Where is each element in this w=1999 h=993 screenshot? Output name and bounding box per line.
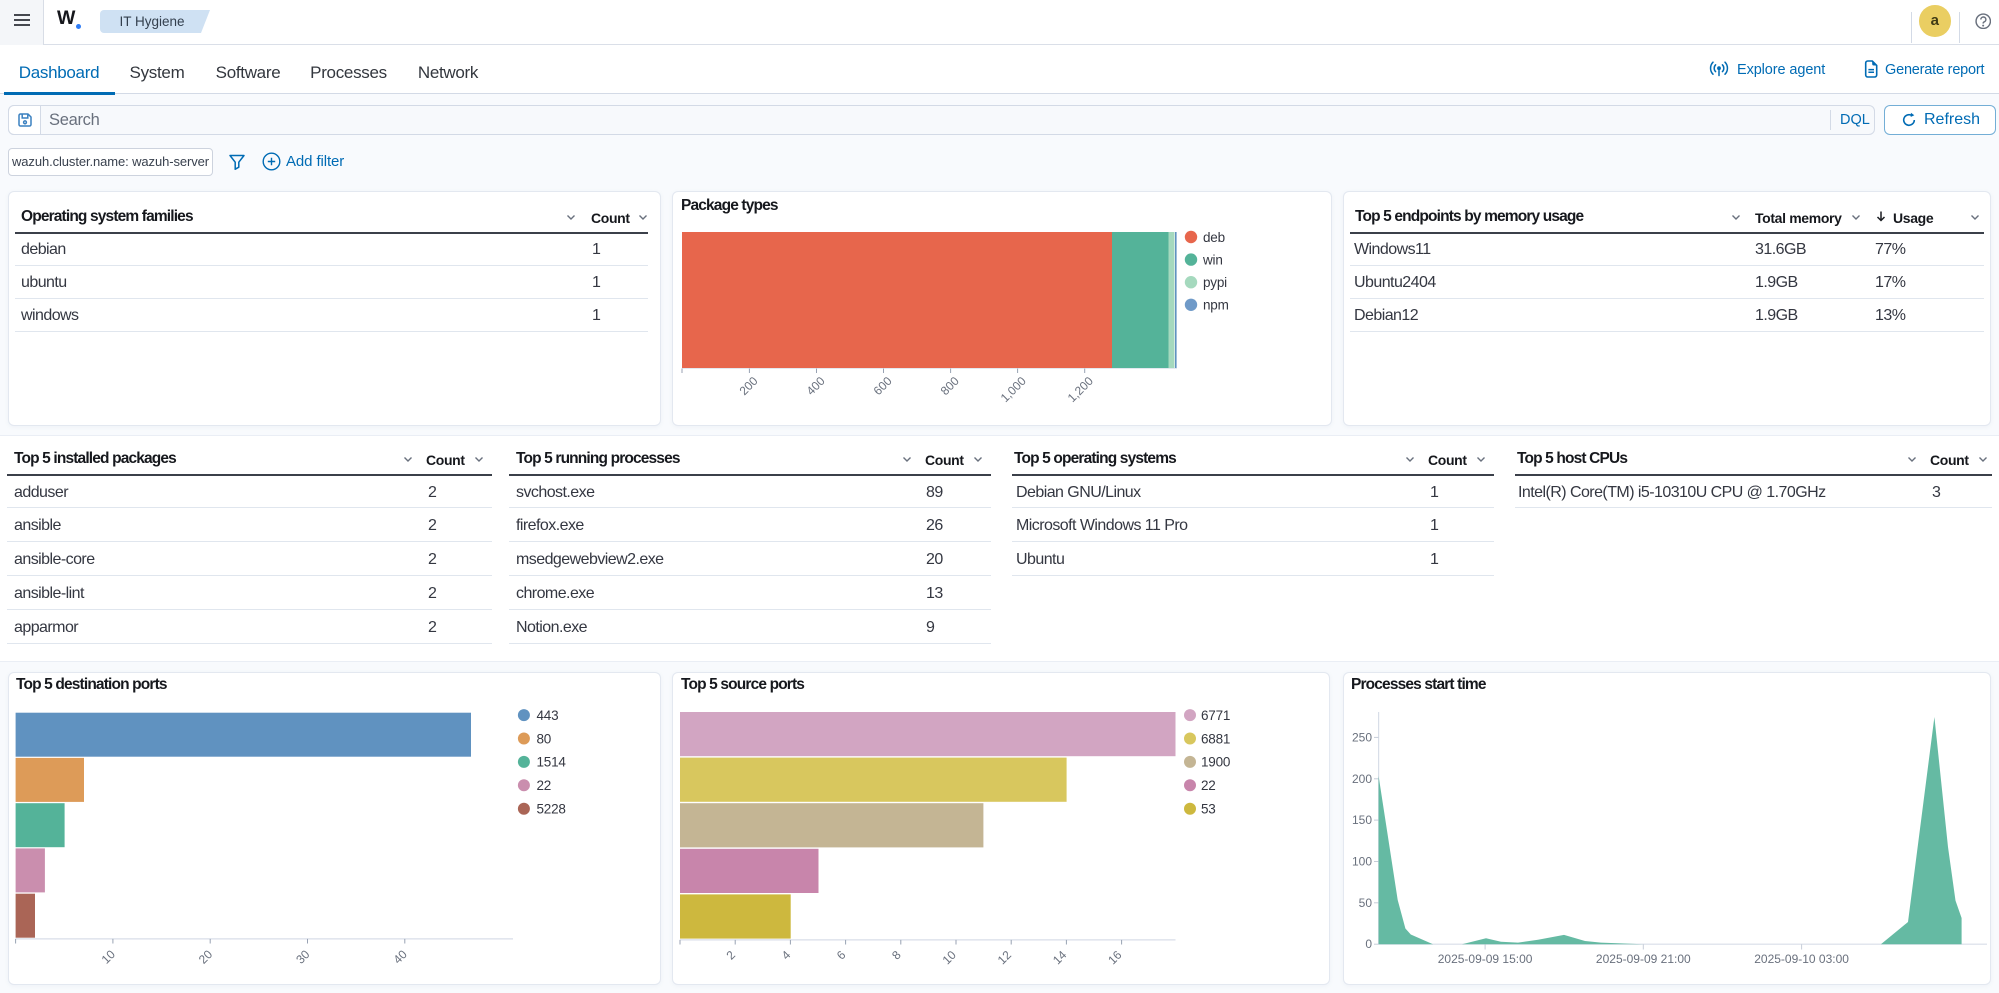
svg-text:800: 800 [938,374,962,398]
svg-text:2025-09-09 15:00: 2025-09-09 15:00 [1438,952,1533,966]
svg-text:5228: 5228 [537,802,566,817]
svg-text:80: 80 [537,731,552,746]
svg-text:6881: 6881 [1201,731,1230,746]
svg-text:20: 20 [196,947,216,967]
svg-text:2025-09-10 03:00: 2025-09-10 03:00 [1754,952,1849,966]
svg-text:0: 0 [1365,937,1372,951]
svg-text:8: 8 [889,948,904,963]
svg-text:2025-09-09 21:00: 2025-09-09 21:00 [1596,952,1691,966]
svg-text:400: 400 [804,374,828,398]
svg-text:250: 250 [1352,730,1372,744]
svg-text:1514: 1514 [537,755,567,770]
svg-text:pypi: pypi [1203,275,1227,290]
svg-text:npm: npm [1203,298,1229,313]
svg-text:443: 443 [537,708,559,723]
svg-text:6: 6 [834,948,849,963]
svg-text:150: 150 [1352,813,1372,827]
svg-text:53: 53 [1201,802,1216,817]
svg-text:50: 50 [1359,896,1373,910]
svg-text:6771: 6771 [1201,708,1230,723]
svg-text:10: 10 [99,947,119,967]
svg-text:deb: deb [1203,230,1225,245]
svg-text:4: 4 [779,948,794,963]
svg-text:14: 14 [1050,948,1070,968]
svg-text:40: 40 [390,947,410,967]
svg-text:16: 16 [1105,948,1125,968]
svg-text:600: 600 [871,374,895,398]
svg-text:12: 12 [995,948,1015,968]
svg-text:200: 200 [737,374,761,398]
svg-text:30: 30 [293,947,313,967]
svg-text:1,000: 1,000 [998,374,1029,405]
svg-text:win: win [1202,252,1223,267]
svg-text:200: 200 [1352,772,1372,786]
svg-text:1900: 1900 [1201,755,1230,770]
svg-text:22: 22 [537,778,552,793]
svg-text:2: 2 [723,948,738,963]
svg-text:10: 10 [940,948,960,968]
svg-text:100: 100 [1352,855,1372,869]
svg-text:1,200: 1,200 [1065,374,1096,405]
svg-text:22: 22 [1201,778,1216,793]
